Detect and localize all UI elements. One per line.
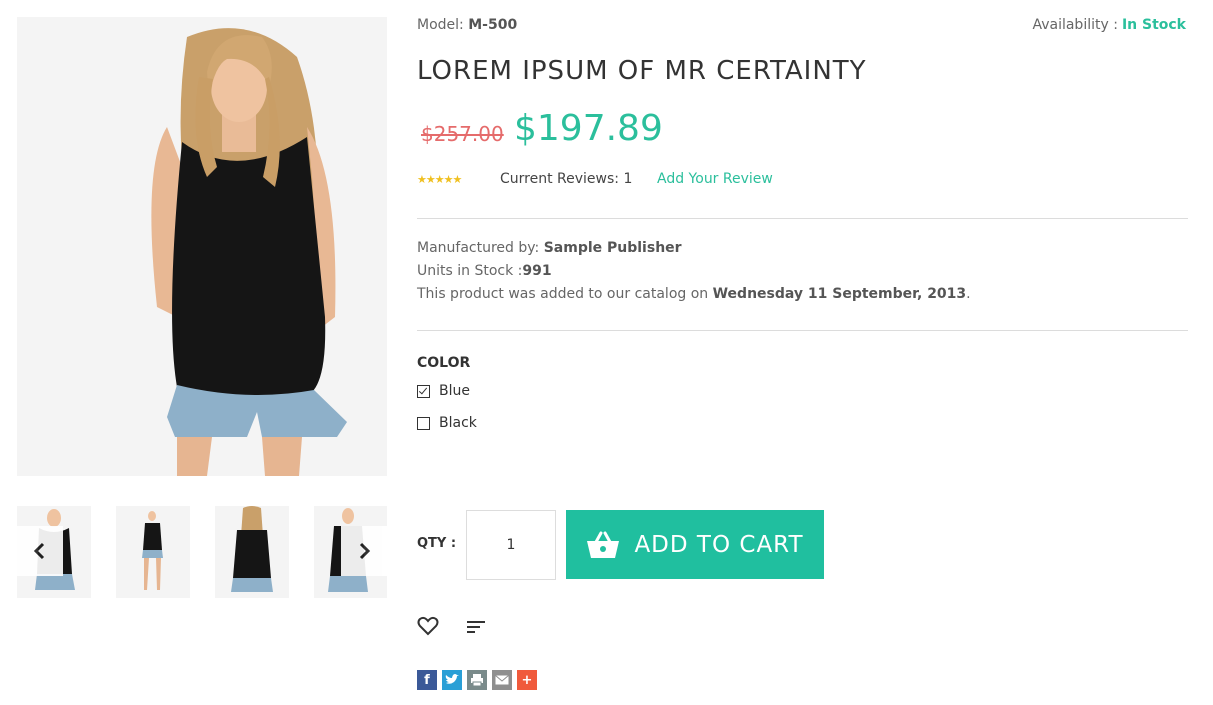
stock-value: 991 <box>522 263 552 279</box>
heart-icon <box>417 616 439 636</box>
gallery-next-button[interactable] <box>341 526 387 576</box>
color-option-black[interactable]: Black <box>417 415 477 431</box>
thumbnail-2[interactable] <box>116 506 190 598</box>
add-to-cart-button[interactable]: ADD TO CART <box>566 510 824 579</box>
facebook-icon[interactable]: f <box>417 670 437 690</box>
date-added-info: This product was added to our catalog on… <box>417 286 971 302</box>
compare-list-icon <box>467 621 485 633</box>
add-to-cart-label: ADD TO CART <box>634 531 804 558</box>
product-main-image[interactable] <box>17 17 387 476</box>
twitter-icon[interactable] <box>442 670 462 690</box>
quantity-input[interactable] <box>466 510 556 580</box>
product-title: LOREM IPSUM OF MR CERTAINTY <box>417 56 867 86</box>
stock-label: Units in Stock : <box>417 263 523 279</box>
color-option-label: Blue <box>439 383 470 399</box>
thumbnail-3[interactable] <box>215 506 289 598</box>
email-icon[interactable] <box>492 670 512 690</box>
manufacturer-info: Manufactured by: Sample Publisher <box>417 240 682 256</box>
old-price: $257.00 <box>421 122 504 146</box>
chevron-right-icon <box>359 542 371 560</box>
stock-info: Units in Stock :991 <box>417 263 552 279</box>
availability-label: Availability : <box>1032 17 1118 33</box>
color-option-blue[interactable]: Blue <box>417 383 470 399</box>
basket-icon <box>586 531 620 559</box>
model-value: M-500 <box>468 17 518 33</box>
current-price: $197.89 <box>514 108 663 149</box>
checkbox-checked[interactable] <box>417 384 430 398</box>
manufacturer-value: Sample Publisher <box>543 240 682 256</box>
divider <box>417 330 1188 331</box>
model-info: Model: M-500 <box>417 17 517 33</box>
color-option-label: Black <box>439 415 477 431</box>
gallery-prev-button[interactable] <box>17 526 63 576</box>
manufacturer-label: Manufactured by: <box>417 240 540 256</box>
print-icon[interactable] <box>467 670 487 690</box>
wishlist-button[interactable] <box>417 616 439 640</box>
qty-label: QTY : <box>417 536 457 551</box>
availability-status: In Stock <box>1121 17 1186 33</box>
availability-info: Availability : In Stock <box>1032 17 1186 33</box>
chevron-left-icon <box>33 542 45 560</box>
model-label: Model: <box>417 17 464 33</box>
date-added-value: Wednesday 11 September, 2013 <box>712 286 967 302</box>
checkbox-unchecked[interactable] <box>417 416 430 430</box>
color-option-heading: COLOR <box>417 355 471 371</box>
date-added-prefix: This product was added to our catalog on <box>417 286 709 302</box>
date-added-suffix: . <box>966 286 971 302</box>
more-share-icon[interactable]: + <box>517 670 537 690</box>
review-count: Current Reviews: 1 <box>500 171 633 187</box>
divider <box>417 218 1188 219</box>
compare-button[interactable] <box>465 618 487 640</box>
star-rating: ★★★★★ <box>417 173 462 186</box>
add-review-link[interactable]: Add Your Review <box>657 171 773 187</box>
